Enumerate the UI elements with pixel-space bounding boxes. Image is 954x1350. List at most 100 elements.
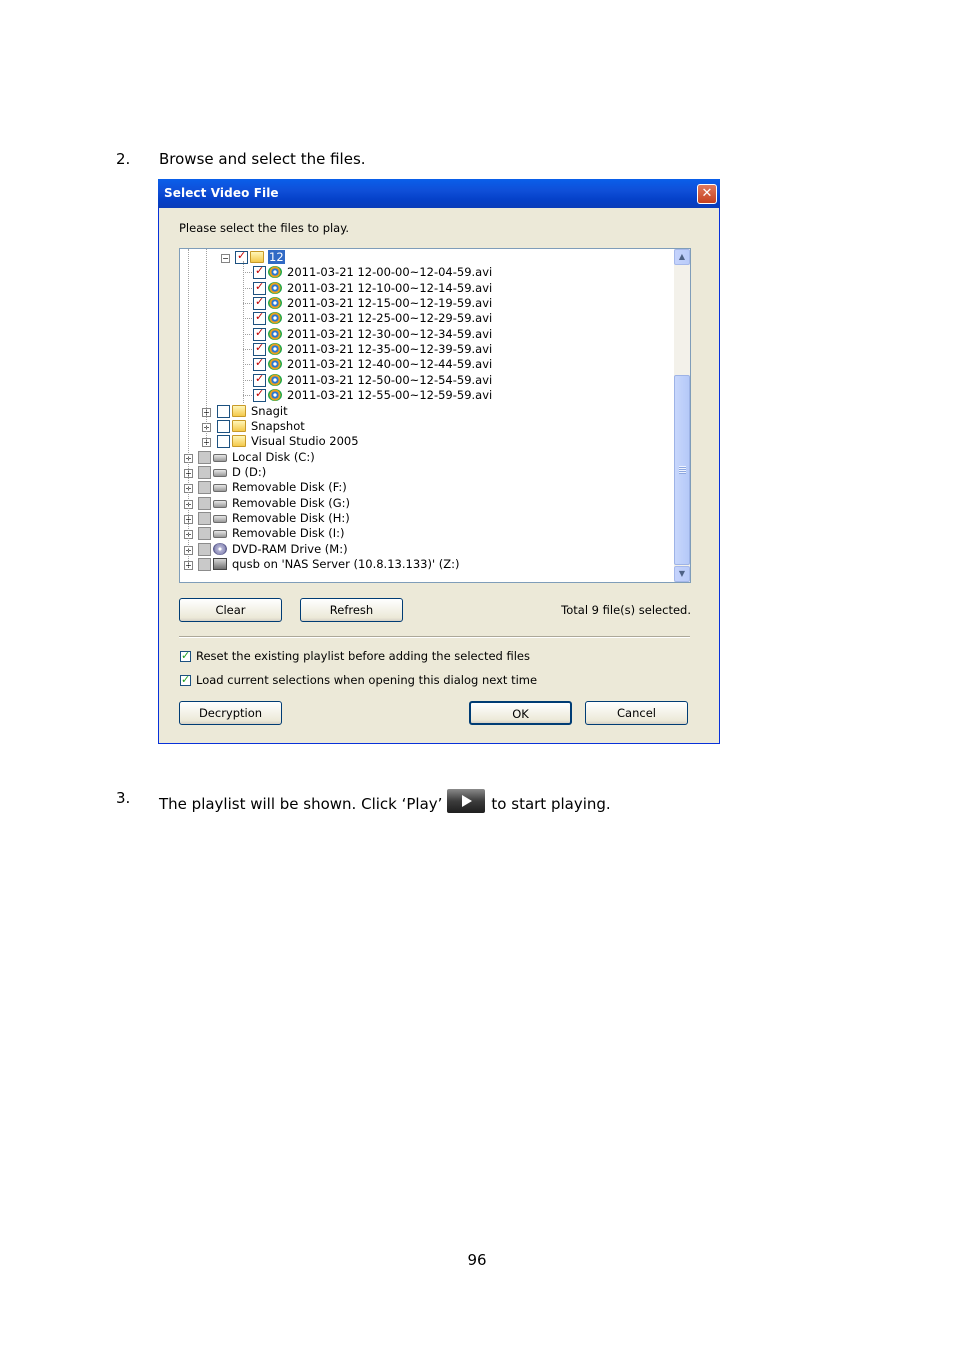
tree-file-item[interactable]: 2011-03-21 12-50-00~12-54-59.avi [180, 372, 670, 389]
tree-connector [188, 249, 189, 567]
tree-drive-item[interactable]: + Removable Disk (F:) [180, 480, 670, 496]
select-video-file-dialog: Select Video File ✕ Please select the fi… [158, 179, 720, 744]
dialog-titlebar[interactable]: Select Video File ✕ [158, 179, 720, 208]
tree-connector [243, 379, 252, 381]
tree-drive-item[interactable]: + Removable Disk (I:) [180, 526, 670, 542]
reset-playlist-label[interactable]: Reset the existing playlist before addin… [196, 649, 530, 663]
tree-checkbox[interactable] [198, 450, 211, 464]
folder-icon [232, 435, 246, 448]
tree-checkbox[interactable] [198, 527, 211, 541]
tree-item-label: Removable Disk (H:) [232, 510, 350, 525]
tree-scrollbar[interactable]: ▲ ▼ [674, 249, 690, 582]
disk-icon [213, 530, 227, 539]
scroll-up-button[interactable]: ▲ [674, 249, 690, 265]
tree-connector [243, 272, 252, 274]
disk-icon [213, 468, 227, 477]
folder-icon [232, 404, 246, 417]
tree-drive-item[interactable]: + D (D:) [180, 465, 670, 481]
tree-checkbox[interactable] [253, 372, 266, 387]
tree-folder-item[interactable]: + Snagit [180, 404, 670, 420]
disk-icon [213, 499, 227, 508]
folder-open-icon [250, 251, 264, 263]
video-file-icon [268, 389, 282, 402]
tree-connector [243, 303, 252, 305]
tree-drive-item[interactable]: + Local Disk (C:) [180, 450, 670, 466]
play-button-icon [447, 789, 486, 813]
tree-drive-item[interactable]: + Removable Disk (G:) [180, 496, 670, 512]
tree-checkbox[interactable] [217, 404, 230, 418]
tree-item-label: 2011-03-21 12-55-00~12-59-59.avi [287, 388, 493, 403]
tree-connector [243, 318, 252, 320]
folder-icon [232, 419, 246, 432]
load-selections-label[interactable]: Load current selections when opening thi… [196, 673, 537, 687]
step-number: 3. [116, 789, 131, 807]
disk-icon [213, 453, 227, 462]
dvd-icon [213, 542, 227, 555]
ok-button[interactable]: OK [469, 701, 572, 725]
tree-connector [243, 287, 252, 289]
network-drive-icon [213, 558, 227, 570]
tree-connector [243, 261, 244, 403]
tree-checkbox[interactable] [253, 280, 266, 295]
tree-item-label: 2011-03-21 12-50-00~12-54-59.avi [287, 372, 493, 387]
cancel-button[interactable]: Cancel [585, 701, 688, 725]
tree-file-item[interactable]: 2011-03-21 12-00-00~12-04-59.avi [180, 264, 670, 281]
tree-file-item[interactable]: 2011-03-21 12-35-00~12-39-59.avi [180, 341, 670, 358]
decryption-button[interactable]: Decryption [179, 701, 282, 725]
tree-checkbox[interactable] [198, 558, 211, 571]
step-text-after: to start playing. [491, 795, 611, 813]
tree-drive-item[interactable]: + qusb on 'NAS Server (10.8.13.133)' (Z:) [180, 557, 670, 573]
tree-item-label: DVD-RAM Drive (M:) [232, 541, 348, 556]
scroll-thumb[interactable] [674, 375, 690, 565]
step-text: The playlist will be shown. Click ‘Play’… [159, 789, 611, 813]
load-selections-checkbox[interactable] [180, 673, 191, 686]
step-text-before: The playlist will be shown. Click ‘Play’ [159, 795, 443, 813]
tree-file-item[interactable]: 2011-03-21 12-25-00~12-29-59.avi [180, 310, 670, 327]
tree-checkbox[interactable] [253, 341, 266, 357]
tree-file-item[interactable]: 2011-03-21 12-40-00~12-44-59.avi [180, 356, 670, 373]
tree-item-label: 2011-03-21 12-15-00~12-19-59.avi [287, 296, 493, 311]
scroll-down-button[interactable]: ▼ [674, 566, 690, 582]
tree-file-item[interactable]: 2011-03-21 12-55-00~12-59-59.avi [180, 387, 670, 404]
tree-checkbox[interactable] [253, 295, 266, 311]
video-file-icon [268, 281, 282, 294]
clear-button[interactable]: Clear [179, 598, 282, 622]
tree-item-label: 2011-03-21 12-10-00~12-14-59.avi [287, 280, 493, 295]
tree-checkbox[interactable] [198, 511, 211, 525]
tree-folder-12[interactable]: − 12 [180, 249, 670, 266]
reset-playlist-checkbox[interactable] [180, 649, 191, 662]
tree-item-label: Removable Disk (I:) [232, 526, 345, 541]
dialog-prompt: Please select the files to play. [179, 221, 350, 235]
tree-checkbox[interactable] [198, 481, 211, 495]
tree-checkbox[interactable] [253, 310, 266, 326]
collapse-icon[interactable]: − [221, 254, 230, 263]
tree-checkbox[interactable] [198, 465, 211, 479]
video-file-icon [268, 266, 282, 279]
tree-folder-item[interactable]: + Snapshot [180, 419, 670, 435]
tree-checkbox[interactable] [235, 249, 248, 264]
tree-connector [243, 364, 252, 366]
step-3: 3. The playlist will be shown. Click ‘Pl… [116, 789, 816, 813]
tree-file-item[interactable]: 2011-03-21 12-10-00~12-14-59.avi [180, 280, 670, 297]
total-selected-label: Total 9 file(s) selected. [561, 603, 691, 617]
video-file-icon [268, 297, 282, 310]
tree-drive-item[interactable]: + DVD-RAM Drive (M:) [180, 541, 670, 558]
tree-checkbox[interactable] [253, 264, 266, 280]
tree-folder-item[interactable]: + Visual Studio 2005 [180, 434, 670, 450]
tree-file-item[interactable]: 2011-03-21 12-15-00~12-19-59.avi [180, 295, 670, 312]
tree-checkbox[interactable] [253, 356, 266, 372]
tree-drive-item[interactable]: + Removable Disk (H:) [180, 510, 670, 527]
disk-icon [213, 514, 227, 523]
close-button[interactable]: ✕ [697, 184, 717, 204]
tree-checkbox[interactable] [253, 387, 266, 403]
close-icon: ✕ [701, 186, 713, 201]
refresh-button[interactable]: Refresh [300, 598, 403, 622]
tree-checkbox[interactable] [217, 435, 230, 449]
tree-item-label: 2011-03-21 12-35-00~12-39-59.avi [287, 342, 493, 357]
tree-checkbox[interactable] [217, 419, 230, 433]
tree-file-item[interactable]: 2011-03-21 12-30-00~12-34-59.avi [180, 326, 670, 343]
tree-checkbox[interactable] [198, 496, 211, 510]
tree-checkbox[interactable] [198, 542, 211, 556]
file-tree[interactable]: −122011-03-21 12-00-00~12-04-59.avi2011-… [179, 248, 691, 583]
tree-checkbox[interactable] [253, 326, 266, 341]
